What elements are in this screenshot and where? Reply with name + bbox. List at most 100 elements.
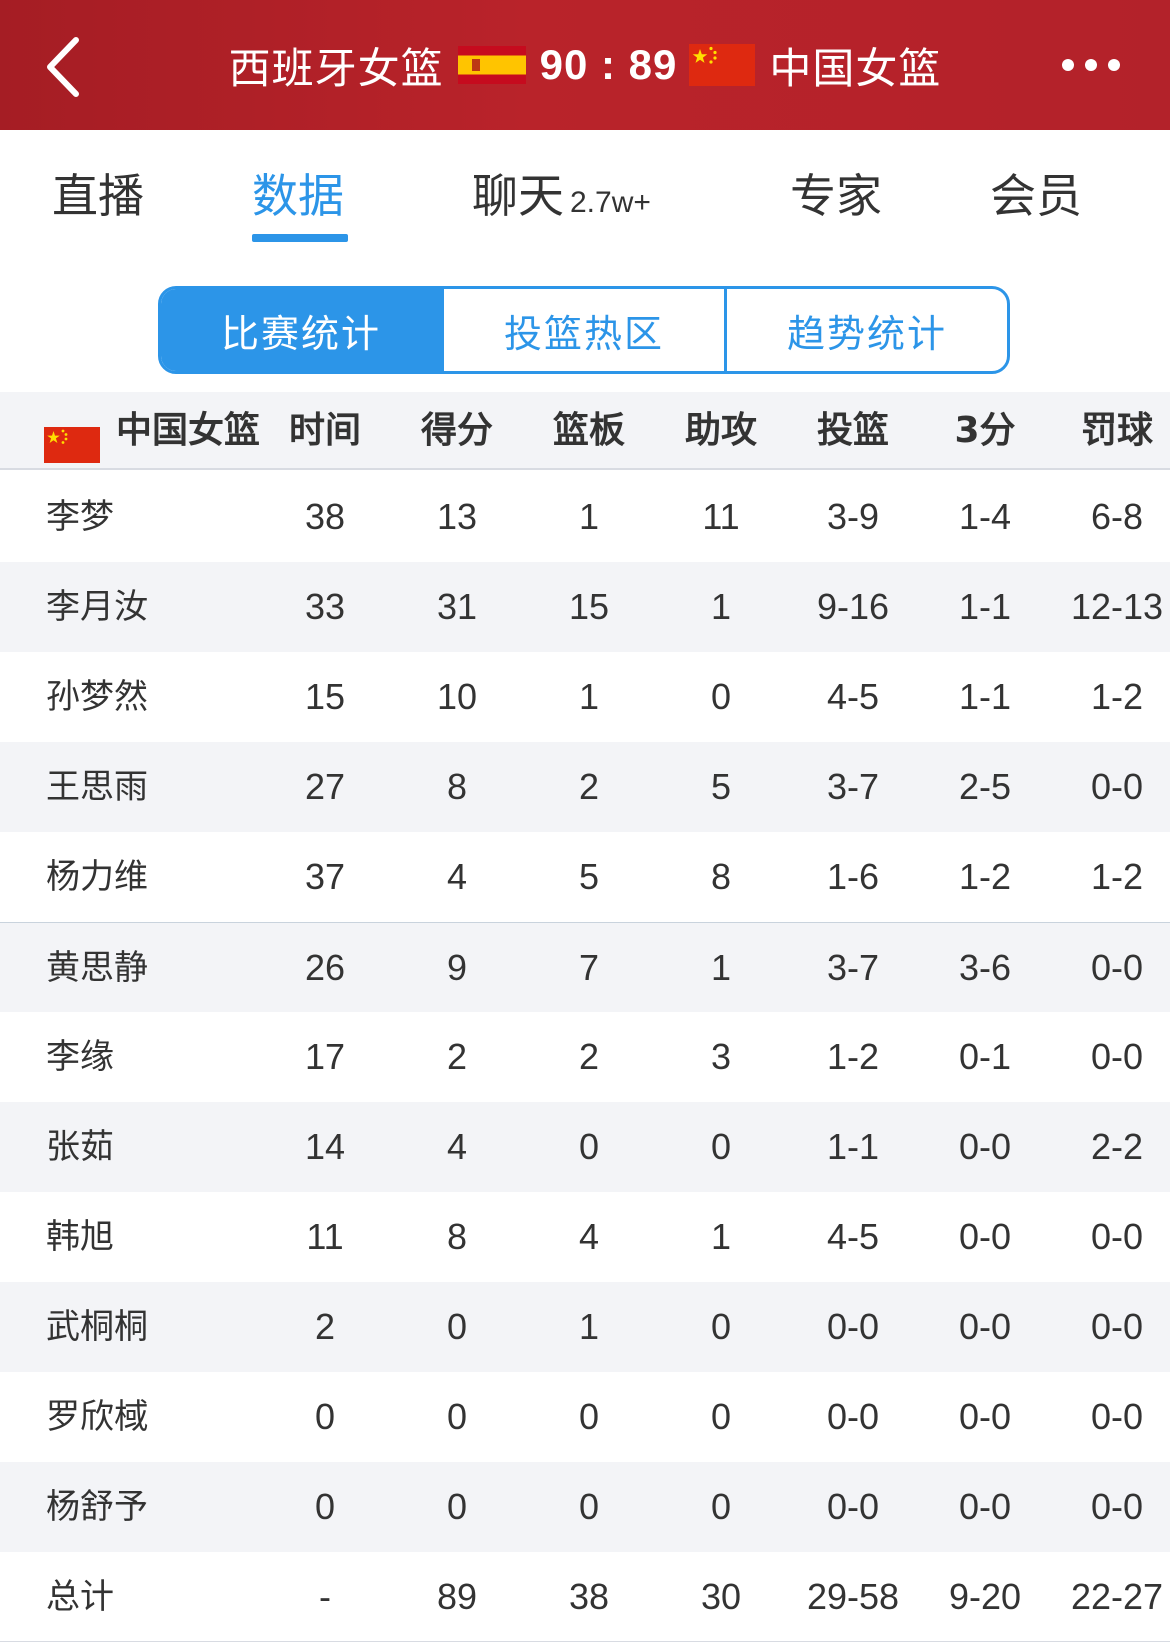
tab-chat[interactable]: 聊天 2.7w+: [472, 160, 651, 226]
table-row[interactable]: 孙梦然 15 10 1 0 4-5 1-1 1-2: [0, 652, 1170, 742]
stat-assists: 0: [710, 1396, 732, 1437]
stat-ft: 0-0: [1090, 1216, 1144, 1257]
total-assists: 30: [700, 1576, 742, 1617]
stat-ft: 0-0: [1090, 1036, 1144, 1077]
table-row[interactable]: 杨力维 37 4 5 8 1-6 1-2 1-2: [0, 832, 1170, 922]
table-row[interactable]: 杨舒予 0 0 0 0 0-0 0-0 0-0: [0, 1462, 1170, 1552]
stat-points: 0: [446, 1486, 468, 1527]
col-header-minutes[interactable]: 时间: [260, 392, 390, 470]
total-fg: 29-58: [806, 1576, 900, 1617]
stat-fg: 1-1: [826, 1126, 880, 1167]
player-name: 孙梦然: [46, 677, 148, 717]
stat-ft: 0-0: [1090, 766, 1144, 807]
tab-live[interactable]: 直播: [52, 160, 144, 226]
col-header-rebounds[interactable]: 篮板: [524, 392, 654, 470]
col-header-ft[interactable]: 罚球: [1052, 392, 1170, 470]
total-3pt: 9-20: [948, 1576, 1022, 1617]
total-rebounds: 38: [568, 1576, 610, 1617]
stat-rebounds: 2: [578, 766, 600, 807]
seg-match-stats[interactable]: 比赛统计: [161, 289, 441, 371]
table-row[interactable]: 李缘 17 2 2 3 1-2 0-1 0-0: [0, 1012, 1170, 1102]
stat-3pt: 0-1: [958, 1036, 1012, 1077]
stat-assists: 1: [710, 1216, 732, 1257]
col-header-3pt[interactable]: 3分: [920, 392, 1050, 470]
table-row[interactable]: 黄思静 26 9 7 1 3-7 3-6 0-0: [0, 922, 1170, 1012]
stat-rebounds: 1: [578, 496, 600, 537]
stat-3pt: 3-6: [958, 947, 1012, 988]
stat-points: 8: [446, 1216, 468, 1257]
tab-data-label: 数据: [252, 169, 344, 223]
col-header-fg[interactable]: 投篮: [788, 392, 918, 470]
stat-3pt: 0-0: [958, 1486, 1012, 1527]
seg-trend-stats[interactable]: 趋势统计: [724, 289, 1007, 371]
away-team-name: 中国女篮: [769, 43, 942, 93]
more-dots-icon: [1062, 59, 1120, 71]
stat-ft: 0-0: [1090, 1486, 1144, 1527]
table-row[interactable]: 武桐桐 2 0 1 0 0-0 0-0 0-0: [0, 1282, 1170, 1372]
stat-rebounds: 0: [578, 1396, 600, 1437]
stat-minutes: 11: [306, 1216, 344, 1257]
total-row: 总计 - 89 38 30 29-58 9-20 22-27: [0, 1552, 1170, 1642]
stat-ft: 6-8: [1090, 496, 1144, 537]
stat-3pt: 0-0: [958, 1396, 1012, 1437]
stat-points: 0: [446, 1306, 468, 1347]
team-header: 中国女篮: [44, 392, 260, 470]
stat-minutes: 33: [304, 586, 346, 627]
player-name: 韩旭: [46, 1217, 114, 1257]
stat-fg: 4-5: [826, 1216, 880, 1257]
stat-points: 9: [446, 947, 468, 988]
stat-fg: 3-7: [826, 947, 880, 988]
stats-table-header: 中国女篮 时间 得分 篮板 助攻 投篮 3分 罚球: [0, 392, 1170, 470]
home-team-name: 西班牙女篮: [228, 43, 444, 93]
china-flag-icon: [689, 44, 756, 86]
table-row[interactable]: 罗欣棫 0 0 0 0 0-0 0-0 0-0: [0, 1372, 1170, 1462]
stat-ft: 2-2: [1090, 1126, 1144, 1167]
stat-fg: 4-5: [826, 676, 880, 717]
total-points: 89: [436, 1576, 478, 1617]
stat-fg: 0-0: [826, 1486, 880, 1527]
stat-minutes: 14: [304, 1126, 346, 1167]
score: 90 : 89: [539, 41, 678, 88]
stat-fg: 3-7: [826, 766, 880, 807]
stat-fg: 3-9: [826, 496, 880, 537]
table-row[interactable]: 李月汝 33 31 15 1 9-16 1-1 12-13: [0, 562, 1170, 652]
stat-minutes: 0: [314, 1396, 336, 1437]
active-tab-indicator: [252, 234, 348, 242]
table-row[interactable]: 韩旭 11 8 4 1 4-5 0-0 0-0: [0, 1192, 1170, 1282]
stat-3pt: 0-0: [958, 1216, 1012, 1257]
stat-rebounds: 15: [568, 586, 610, 627]
table-row[interactable]: 张茹 14 4 0 0 1-1 0-0 2-2: [0, 1102, 1170, 1192]
stat-assists: 11: [702, 496, 740, 537]
table-row[interactable]: 李梦 38 13 1 11 3-9 1-4 6-8: [0, 472, 1170, 562]
stat-fg: 0-0: [826, 1396, 880, 1437]
more-button[interactable]: [1058, 55, 1124, 75]
tab-members-label: 会员: [990, 169, 1082, 223]
col-header-points[interactable]: 得分: [392, 392, 522, 470]
col-header-assists[interactable]: 助攻: [656, 392, 786, 470]
player-name: 黄思静: [46, 948, 148, 988]
stat-rebounds: 4: [578, 1216, 600, 1257]
tab-members[interactable]: 会员: [990, 160, 1082, 226]
stat-minutes: 2: [314, 1306, 336, 1347]
stat-3pt: 1-2: [958, 856, 1012, 897]
main-tab-bar: 直播 数据 聊天 2.7w+ 专家 会员: [0, 130, 1170, 260]
total-label: 总计: [46, 1577, 114, 1617]
tab-experts[interactable]: 专家: [790, 160, 882, 226]
stat-points: 13: [436, 496, 478, 537]
stat-minutes: 17: [304, 1036, 346, 1077]
stat-minutes: 38: [304, 496, 346, 537]
chat-count-badge: 2.7w+: [570, 186, 651, 219]
stat-3pt: 0-0: [958, 1306, 1012, 1347]
stat-ft: 0-0: [1090, 1306, 1144, 1347]
total-ft: 22-27: [1070, 1576, 1164, 1617]
seg-shot-zones[interactable]: 投篮热区: [441, 289, 724, 371]
stat-ft: 12-13: [1070, 586, 1164, 627]
stat-points: 10: [436, 676, 478, 717]
stat-fg: 1-2: [826, 1036, 880, 1077]
total-minutes: -: [319, 1576, 331, 1617]
stat-points: 31: [436, 586, 478, 627]
tab-data[interactable]: 数据: [252, 160, 344, 226]
player-name: 李月汝: [46, 587, 148, 627]
table-row[interactable]: 王思雨 27 8 2 5 3-7 2-5 0-0: [0, 742, 1170, 832]
tab-live-label: 直播: [52, 169, 144, 223]
